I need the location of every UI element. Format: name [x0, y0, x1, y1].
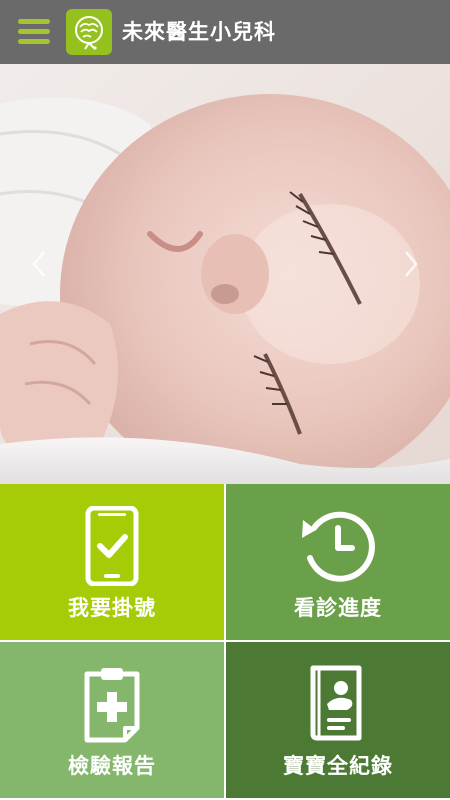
phone-check-icon — [72, 506, 152, 586]
sleeping-baby-photo — [0, 64, 450, 484]
tile-visit-progress[interactable]: 看診進度 — [226, 484, 450, 640]
clipboard-medical-icon — [72, 664, 152, 744]
hamburger-menu-icon[interactable] — [18, 17, 50, 47]
tile-lab-report-label: 檢驗報告 — [68, 754, 156, 778]
tile-lab-report[interactable]: 檢驗報告 — [0, 642, 224, 798]
chevron-right-icon[interactable] — [399, 249, 423, 279]
clinic-logo-icon — [66, 9, 112, 55]
history-clock-icon — [298, 506, 378, 586]
tile-baby-record-label: 寶寶全紀錄 — [283, 754, 393, 778]
tile-registration[interactable]: 我要掛號 — [0, 484, 224, 640]
tile-baby-record[interactable]: 寶寶全紀錄 — [226, 642, 450, 798]
hero-carousel[interactable] — [0, 64, 450, 484]
top-app-bar: 未來醫生小兒科 — [0, 0, 450, 64]
tile-registration-label: 我要掛號 — [68, 596, 156, 620]
app-title: 未來醫生小兒科 — [122, 20, 276, 44]
app-screen: 未來醫生小兒科 我要掛號 看診進度 檢驗報告 寶寶全紀錄 — [0, 0, 450, 800]
tile-visit-progress-label: 看診進度 — [294, 596, 382, 620]
baby-record-icon — [298, 664, 378, 744]
menu-tile-grid: 我要掛號 看診進度 檢驗報告 寶寶全紀錄 — [0, 484, 450, 800]
chevron-left-icon[interactable] — [27, 249, 51, 279]
